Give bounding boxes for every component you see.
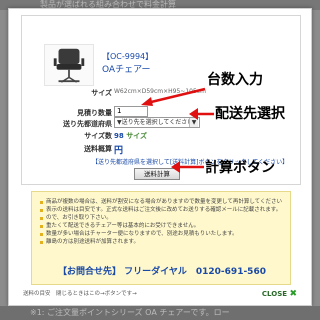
size-count-unit: サイズ [126,132,147,140]
close-icon: ✖ [289,289,297,299]
destination-label: 送り先都道府県 [63,120,112,128]
destination-select-value: ▼送り先を選択してください [117,119,194,126]
background-footer: ※1: ご注文量ポイントシリーズ OA チェアーです。ロー [0,306,320,320]
product-name: OAチェアー [102,65,151,75]
arrow-icon [141,87,207,107]
size-label: サイズ [91,89,112,97]
office-chair-icon [53,48,85,83]
close-label: CLOSE [261,290,288,298]
info-line: 離島の方は別途送料が加算されます。 [40,238,282,246]
product-image [44,44,94,86]
arrow-icon [189,108,215,120]
product-code: 【OC-9994】 [102,52,154,61]
qty-label: 見積り数量 [77,109,112,117]
annotation-calc: 計算ボタン [205,160,275,176]
destination-select[interactable]: ▼送り先を選択してください ▼ [114,117,200,128]
contact-info: 【お問合せ先】 フリーダイヤル 0120-691-560 [58,267,266,277]
fee-label: 送料概算 [84,145,112,153]
info-line: 重たくて配送できるチェアー等は基本的にお受けできません。 [40,222,282,230]
quantity-input[interactable]: 1 [114,106,148,117]
annotation-qty: 台数入力 [207,72,263,88]
info-notice: 商品が複数の場合は、送料が割安になる場合がありますので数量を変更して再計算してく… [31,191,291,285]
size-count-number: 98 [114,132,124,140]
size-count-value: 98 サイズ [114,131,147,141]
info-line: 数量が多い場合はチャーター便になりますので、別途お見積もりいたします。 [40,230,282,238]
size-count-label: サイズ数 [84,132,112,140]
info-line: 表示の送料は目安です。正式な送料はご注文後に改めてお送りする確認メールに記載され… [40,206,282,214]
shipping-calculator-modal: 【OC-9994】 OAチェアー サイズ W62cm×D59cm×H95~105… [8,8,312,306]
close-button[interactable]: CLOSE ✖ [262,289,297,299]
annotation-destination: 配送先選択 [215,106,285,122]
info-line: 商品が複数の場合は、送料が割安になる場合がありますので数量を変更して再計算してく… [40,198,282,206]
info-line: ので、お引き取り下さい。 [40,214,282,222]
arrow-icon [171,161,205,173]
fee-value: 円 [114,146,124,156]
footer-note: 送料の目安 閉じるときはこの→ボタンです→ [23,291,137,297]
